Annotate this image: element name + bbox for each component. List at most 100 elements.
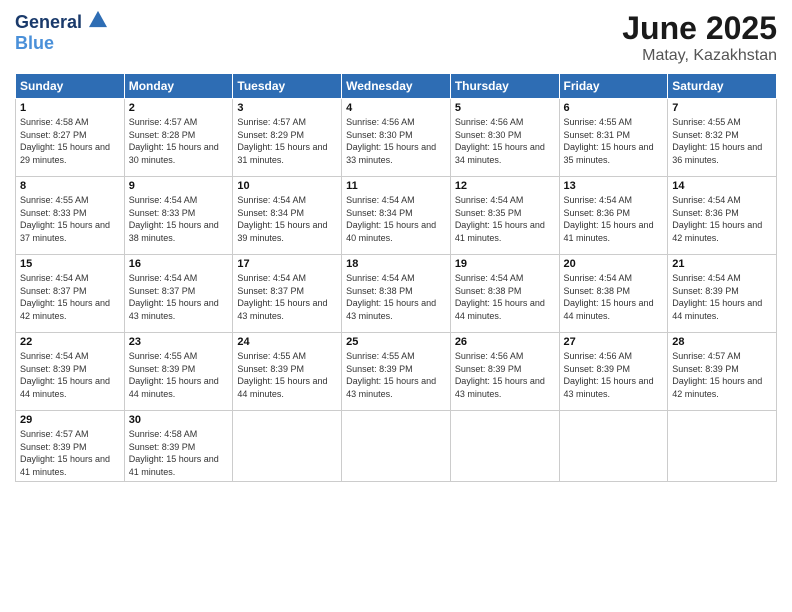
col-saturday: Saturday	[668, 74, 777, 99]
day-cell-25: 25 Sunrise: 4:55 AM Sunset: 8:39 PM Dayl…	[342, 333, 451, 411]
col-friday: Friday	[559, 74, 668, 99]
col-tuesday: Tuesday	[233, 74, 342, 99]
day-cell-3: 3 Sunrise: 4:57 AM Sunset: 8:29 PM Dayli…	[233, 99, 342, 177]
day-cell-14: 14 Sunrise: 4:54 AM Sunset: 8:36 PM Dayl…	[668, 177, 777, 255]
day-cell-19: 19 Sunrise: 4:54 AM Sunset: 8:38 PM Dayl…	[450, 255, 559, 333]
day-cell-27: 27 Sunrise: 4:56 AM Sunset: 8:39 PM Dayl…	[559, 333, 668, 411]
day-number: 8	[20, 180, 120, 192]
month-title: June 2025	[622, 10, 777, 47]
day-number: 19	[455, 258, 555, 270]
day-info: Sunrise: 4:56 AM Sunset: 8:39 PM Dayligh…	[455, 350, 555, 400]
day-cell-4: 4 Sunrise: 4:56 AM Sunset: 8:30 PM Dayli…	[342, 99, 451, 177]
day-info: Sunrise: 4:57 AM Sunset: 8:28 PM Dayligh…	[129, 116, 229, 166]
day-info: Sunrise: 4:54 AM Sunset: 8:39 PM Dayligh…	[20, 350, 120, 400]
day-cell-2: 2 Sunrise: 4:57 AM Sunset: 8:28 PM Dayli…	[124, 99, 233, 177]
day-number: 20	[564, 258, 664, 270]
day-info: Sunrise: 4:54 AM Sunset: 8:38 PM Dayligh…	[564, 272, 664, 322]
day-number: 28	[672, 336, 772, 348]
day-info: Sunrise: 4:56 AM Sunset: 8:30 PM Dayligh…	[346, 116, 446, 166]
day-cell-15: 15 Sunrise: 4:54 AM Sunset: 8:37 PM Dayl…	[16, 255, 125, 333]
empty-cell	[342, 411, 451, 482]
calendar-header-row: Sunday Monday Tuesday Wednesday Thursday…	[16, 74, 777, 99]
day-info: Sunrise: 4:57 AM Sunset: 8:39 PM Dayligh…	[20, 428, 120, 478]
empty-cell	[233, 411, 342, 482]
day-info: Sunrise: 4:54 AM Sunset: 8:33 PM Dayligh…	[129, 194, 229, 244]
col-thursday: Thursday	[450, 74, 559, 99]
day-cell-5: 5 Sunrise: 4:56 AM Sunset: 8:30 PM Dayli…	[450, 99, 559, 177]
day-number: 11	[346, 180, 446, 192]
day-number: 13	[564, 180, 664, 192]
day-cell-28: 28 Sunrise: 4:57 AM Sunset: 8:39 PM Dayl…	[668, 333, 777, 411]
day-cell-23: 23 Sunrise: 4:55 AM Sunset: 8:39 PM Dayl…	[124, 333, 233, 411]
day-info: Sunrise: 4:54 AM Sunset: 8:37 PM Dayligh…	[237, 272, 337, 322]
day-info: Sunrise: 4:54 AM Sunset: 8:37 PM Dayligh…	[129, 272, 229, 322]
day-cell-1: 1 Sunrise: 4:58 AM Sunset: 8:27 PM Dayli…	[16, 99, 125, 177]
day-number: 27	[564, 336, 664, 348]
day-info: Sunrise: 4:55 AM Sunset: 8:31 PM Dayligh…	[564, 116, 664, 166]
day-info: Sunrise: 4:58 AM Sunset: 8:27 PM Dayligh…	[20, 116, 120, 166]
day-cell-8: 8 Sunrise: 4:55 AM Sunset: 8:33 PM Dayli…	[16, 177, 125, 255]
page: General Blue June 2025 Matay, Kazakhstan…	[0, 0, 792, 612]
day-info: Sunrise: 4:55 AM Sunset: 8:39 PM Dayligh…	[346, 350, 446, 400]
day-number: 3	[237, 102, 337, 114]
header: General Blue June 2025 Matay, Kazakhstan	[15, 10, 777, 65]
day-info: Sunrise: 4:54 AM Sunset: 8:36 PM Dayligh…	[564, 194, 664, 244]
day-info: Sunrise: 4:54 AM Sunset: 8:36 PM Dayligh…	[672, 194, 772, 244]
logo-icon	[89, 10, 107, 28]
day-number: 21	[672, 258, 772, 270]
day-cell-11: 11 Sunrise: 4:54 AM Sunset: 8:34 PM Dayl…	[342, 177, 451, 255]
calendar-row: 1 Sunrise: 4:58 AM Sunset: 8:27 PM Dayli…	[16, 99, 777, 177]
day-number: 7	[672, 102, 772, 114]
day-info: Sunrise: 4:55 AM Sunset: 8:32 PM Dayligh…	[672, 116, 772, 166]
day-cell-10: 10 Sunrise: 4:54 AM Sunset: 8:34 PM Dayl…	[233, 177, 342, 255]
calendar-table: Sunday Monday Tuesday Wednesday Thursday…	[15, 73, 777, 482]
day-cell-18: 18 Sunrise: 4:54 AM Sunset: 8:38 PM Dayl…	[342, 255, 451, 333]
day-cell-7: 7 Sunrise: 4:55 AM Sunset: 8:32 PM Dayli…	[668, 99, 777, 177]
day-number: 10	[237, 180, 337, 192]
day-info: Sunrise: 4:54 AM Sunset: 8:34 PM Dayligh…	[237, 194, 337, 244]
day-info: Sunrise: 4:54 AM Sunset: 8:35 PM Dayligh…	[455, 194, 555, 244]
day-cell-16: 16 Sunrise: 4:54 AM Sunset: 8:37 PM Dayl…	[124, 255, 233, 333]
calendar-row: 22 Sunrise: 4:54 AM Sunset: 8:39 PM Dayl…	[16, 333, 777, 411]
day-info: Sunrise: 4:55 AM Sunset: 8:39 PM Dayligh…	[237, 350, 337, 400]
empty-cell	[450, 411, 559, 482]
day-number: 23	[129, 336, 229, 348]
day-number: 26	[455, 336, 555, 348]
day-number: 30	[129, 414, 229, 426]
day-info: Sunrise: 4:57 AM Sunset: 8:39 PM Dayligh…	[672, 350, 772, 400]
day-cell-26: 26 Sunrise: 4:56 AM Sunset: 8:39 PM Dayl…	[450, 333, 559, 411]
calendar-row: 15 Sunrise: 4:54 AM Sunset: 8:37 PM Dayl…	[16, 255, 777, 333]
day-info: Sunrise: 4:57 AM Sunset: 8:29 PM Dayligh…	[237, 116, 337, 166]
calendar-row: 29 Sunrise: 4:57 AM Sunset: 8:39 PM Dayl…	[16, 411, 777, 482]
day-number: 18	[346, 258, 446, 270]
day-info: Sunrise: 4:55 AM Sunset: 8:39 PM Dayligh…	[129, 350, 229, 400]
day-number: 15	[20, 258, 120, 270]
day-cell-22: 22 Sunrise: 4:54 AM Sunset: 8:39 PM Dayl…	[16, 333, 125, 411]
location-title: Matay, Kazakhstan	[622, 47, 777, 65]
day-number: 1	[20, 102, 120, 114]
empty-cell	[559, 411, 668, 482]
day-info: Sunrise: 4:54 AM Sunset: 8:39 PM Dayligh…	[672, 272, 772, 322]
day-cell-20: 20 Sunrise: 4:54 AM Sunset: 8:38 PM Dayl…	[559, 255, 668, 333]
day-number: 5	[455, 102, 555, 114]
day-cell-24: 24 Sunrise: 4:55 AM Sunset: 8:39 PM Dayl…	[233, 333, 342, 411]
logo: General Blue	[15, 10, 107, 54]
day-cell-29: 29 Sunrise: 4:57 AM Sunset: 8:39 PM Dayl…	[16, 411, 125, 482]
day-number: 2	[129, 102, 229, 114]
day-info: Sunrise: 4:54 AM Sunset: 8:37 PM Dayligh…	[20, 272, 120, 322]
empty-cell	[668, 411, 777, 482]
day-cell-6: 6 Sunrise: 4:55 AM Sunset: 8:31 PM Dayli…	[559, 99, 668, 177]
day-info: Sunrise: 4:54 AM Sunset: 8:38 PM Dayligh…	[346, 272, 446, 322]
day-number: 25	[346, 336, 446, 348]
day-info: Sunrise: 4:54 AM Sunset: 8:34 PM Dayligh…	[346, 194, 446, 244]
logo-blue: Blue	[15, 33, 107, 54]
day-info: Sunrise: 4:55 AM Sunset: 8:33 PM Dayligh…	[20, 194, 120, 244]
day-cell-9: 9 Sunrise: 4:54 AM Sunset: 8:33 PM Dayli…	[124, 177, 233, 255]
day-number: 29	[20, 414, 120, 426]
day-info: Sunrise: 4:58 AM Sunset: 8:39 PM Dayligh…	[129, 428, 229, 478]
day-number: 17	[237, 258, 337, 270]
day-info: Sunrise: 4:56 AM Sunset: 8:39 PM Dayligh…	[564, 350, 664, 400]
logo-text: General	[15, 10, 107, 33]
day-info: Sunrise: 4:54 AM Sunset: 8:38 PM Dayligh…	[455, 272, 555, 322]
calendar-row: 8 Sunrise: 4:55 AM Sunset: 8:33 PM Dayli…	[16, 177, 777, 255]
